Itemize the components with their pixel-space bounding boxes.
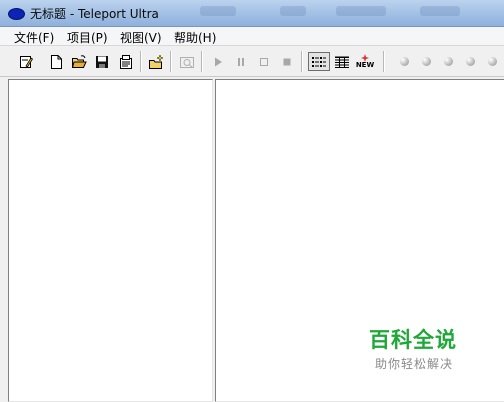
thread-indicator-icon (394, 52, 414, 71)
thread-indicator-icon (482, 52, 502, 71)
new-badge-icon[interactable]: NEW (354, 52, 376, 71)
window-title: 无标题 - Teleport Ultra (30, 7, 159, 21)
new-badge-text: NEW (355, 61, 375, 69)
menu-view[interactable]: 视图(V) (120, 29, 162, 46)
blurred-taskbar-region (420, 6, 460, 16)
toolbar-separator (170, 51, 172, 72)
project-tree-pane[interactable] (8, 79, 213, 402)
watermark-subtitle: 助你轻松解决 (375, 357, 454, 371)
watermark: 百科全说 助你轻松解决 (369, 328, 457, 372)
menu-project[interactable]: 项目(P) (67, 29, 108, 46)
save-icon[interactable] (92, 52, 112, 71)
play-icon[interactable] (208, 52, 228, 71)
menu-bar: 文件(F) 项目(P) 视图(V) 帮助(H) (0, 27, 504, 46)
menu-file[interactable]: 文件(F) (14, 29, 54, 46)
toolbar-separator (383, 51, 385, 72)
thread-indicator-icon (416, 52, 436, 71)
thread-indicator-icon (460, 52, 480, 71)
title-bar: 无标题 - Teleport Ultra (0, 0, 504, 27)
browse-icon[interactable] (177, 52, 197, 71)
thread-indicator-icon (438, 52, 458, 71)
new-document-icon[interactable] (46, 52, 66, 71)
list-view-icon[interactable] (308, 52, 330, 71)
details-view-icon[interactable] (332, 52, 352, 71)
stop-outline-icon[interactable] (254, 52, 274, 71)
pause-icon[interactable] (231, 52, 251, 71)
stop-icon[interactable] (277, 52, 297, 71)
app-icon[interactable] (8, 8, 25, 20)
blurred-taskbar-region (280, 6, 306, 16)
blurred-taskbar-region (336, 6, 386, 16)
toolbar-separator (301, 51, 303, 72)
toolbar: NEW (0, 47, 504, 77)
properties-icon[interactable] (116, 52, 136, 71)
new-folder-icon[interactable] (146, 52, 166, 71)
edit-icon[interactable] (16, 52, 36, 71)
toolbar-separator (201, 51, 203, 72)
open-folder-icon[interactable] (69, 52, 89, 71)
blurred-taskbar-region (200, 6, 236, 16)
watermark-title: 百科全说 (369, 328, 457, 352)
toolbar-separator (140, 51, 142, 72)
project-list-pane[interactable] (215, 79, 504, 402)
menu-help[interactable]: 帮助(H) (174, 29, 216, 46)
